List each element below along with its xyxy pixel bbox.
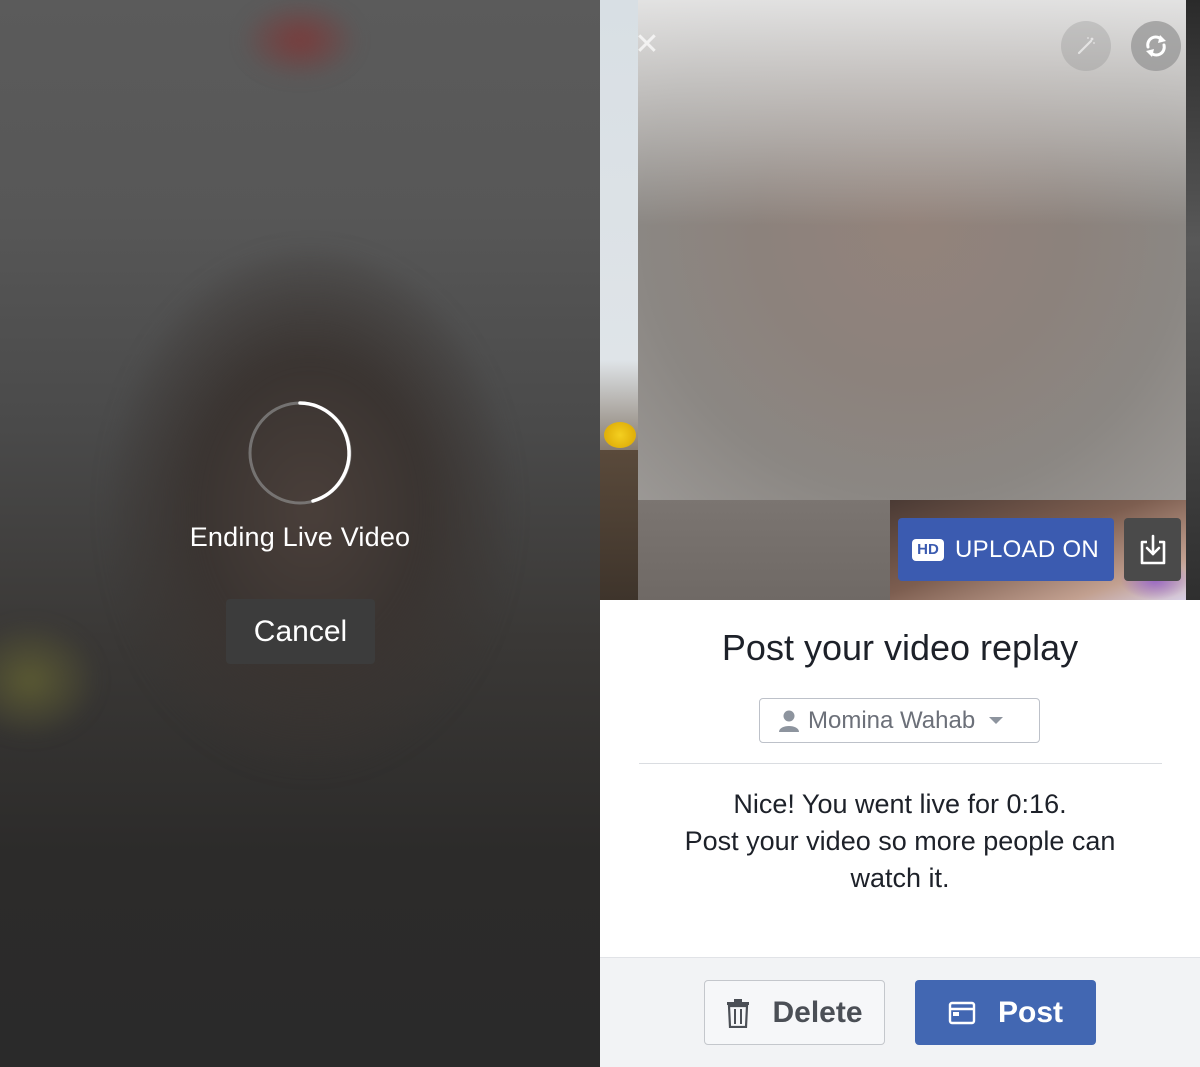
trash-icon bbox=[727, 998, 750, 1028]
magic-wand-icon[interactable] bbox=[1061, 21, 1111, 71]
background-table bbox=[600, 450, 640, 600]
background-fruit bbox=[604, 422, 636, 448]
close-icon[interactable]: ✕ bbox=[632, 30, 662, 60]
camera-flip-icon[interactable] bbox=[1131, 21, 1181, 71]
delete-label: Delete bbox=[772, 995, 863, 1029]
background-edge bbox=[1186, 0, 1200, 600]
video-preview: ✕ HD UPLOAD ON bbox=[600, 0, 1200, 600]
ending-live-screen: Ending Live Video Cancel bbox=[0, 0, 600, 1067]
blurred-background-accent bbox=[240, 0, 360, 80]
blurred-background bbox=[110, 250, 510, 770]
caret-down-icon bbox=[989, 717, 1004, 724]
download-icon bbox=[1140, 534, 1165, 564]
action-footer: Delete Post bbox=[600, 957, 1200, 1067]
audience-selector[interactable]: Momina Wahab bbox=[759, 698, 1040, 743]
post-icon bbox=[948, 1001, 976, 1024]
blurred-subject-bottom bbox=[638, 500, 890, 600]
live-summary-message: Nice! You went live for 0:16. Post your … bbox=[600, 786, 1200, 897]
loading-spinner-icon bbox=[248, 401, 352, 505]
post-label: Post bbox=[997, 995, 1063, 1029]
hd-upload-toggle-button[interactable]: HD UPLOAD ON bbox=[898, 518, 1114, 581]
live-duration-text: Nice! You went live for 0:16. bbox=[733, 789, 1067, 819]
divider bbox=[639, 763, 1162, 764]
post-button[interactable]: Post bbox=[915, 980, 1096, 1045]
ending-status-label: Ending Live Video bbox=[189, 522, 411, 552]
page-title: Post your video replay bbox=[721, 627, 1079, 668]
cancel-button[interactable]: Cancel bbox=[226, 599, 375, 664]
blurred-background-accent bbox=[0, 620, 100, 740]
upload-status-label: UPLOAD ON bbox=[955, 535, 1100, 563]
post-replay-screen: ✕ HD UPLOAD ON Post your video replay Mo… bbox=[600, 0, 1200, 1067]
person-icon bbox=[779, 710, 799, 732]
hd-badge: HD bbox=[912, 538, 944, 561]
audience-name: Momina Wahab bbox=[808, 706, 976, 734]
delete-button[interactable]: Delete bbox=[704, 980, 885, 1045]
post-encouragement-text: Post your video so more people can watch… bbox=[684, 826, 1116, 893]
download-button[interactable] bbox=[1124, 518, 1181, 581]
